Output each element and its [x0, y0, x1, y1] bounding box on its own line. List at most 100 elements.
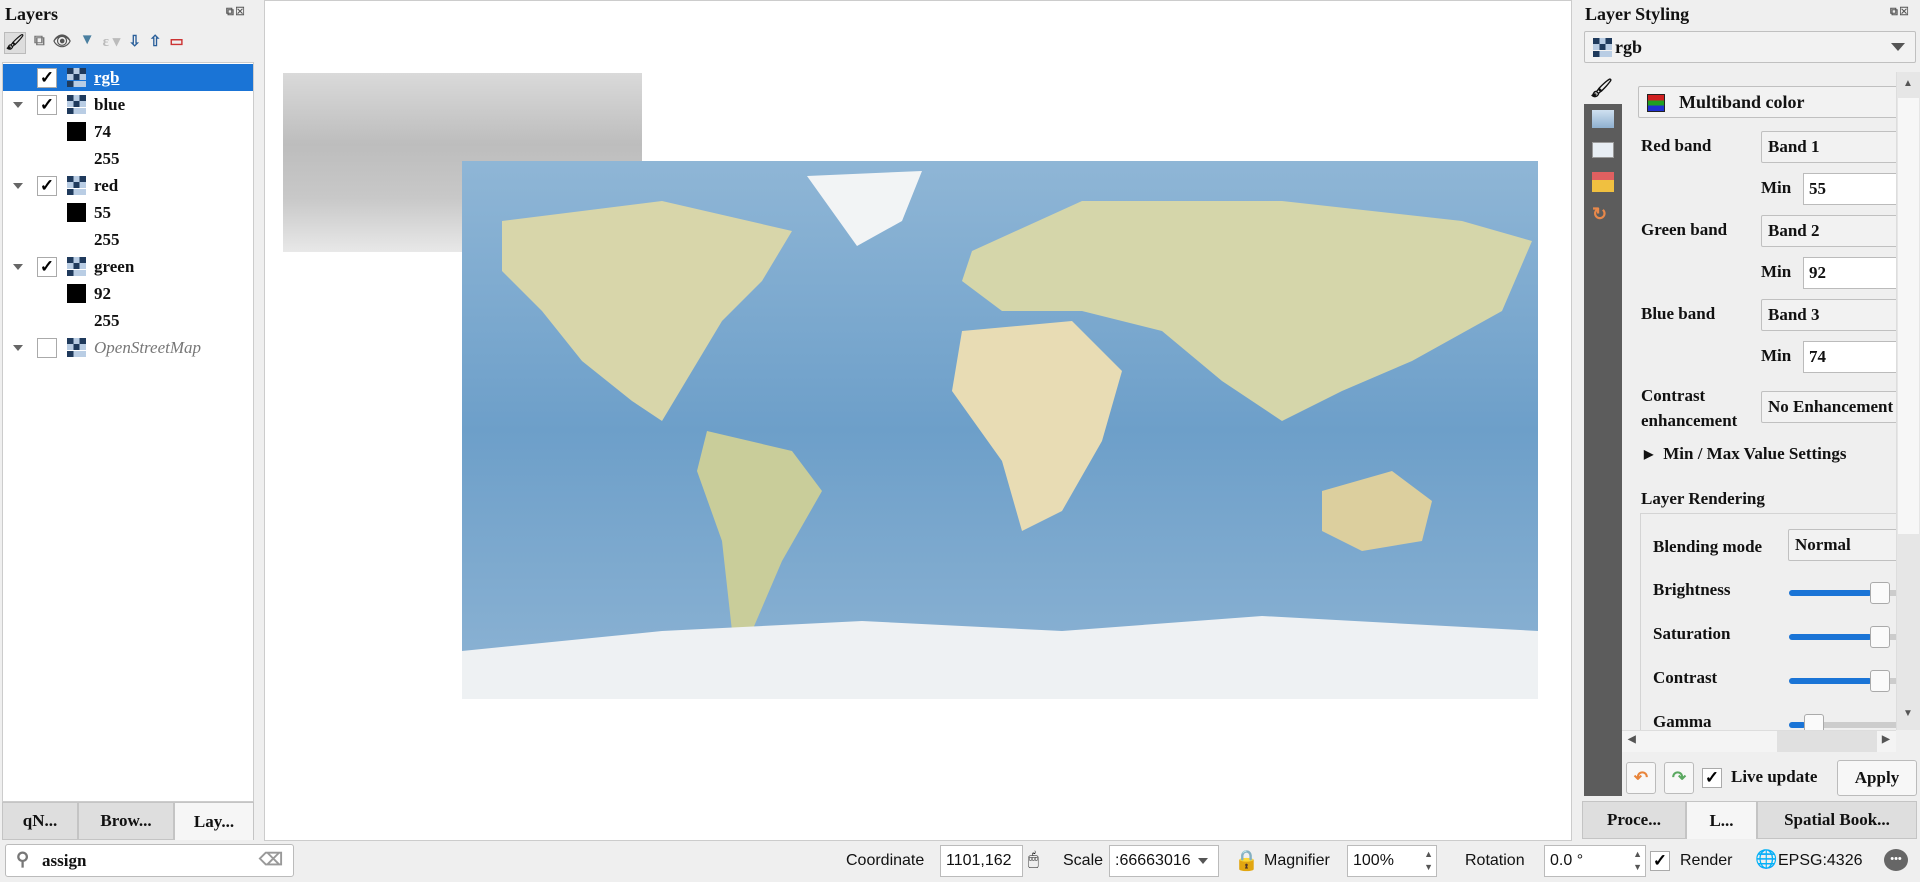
brightness-slider[interactable] — [1789, 582, 1896, 604]
messages-icon[interactable]: ••• — [1884, 849, 1908, 871]
blue-band-select[interactable]: Band 3 — [1761, 299, 1896, 331]
scroll-down-icon[interactable]: ▼ — [1903, 708, 1913, 719]
undo-button[interactable]: ↶ — [1626, 762, 1656, 794]
dock-float-close-icon[interactable]: ⧉☒ — [226, 6, 246, 19]
crs-button[interactable]: EPSG:4326 — [1778, 852, 1863, 870]
chevron-down-icon — [1198, 858, 1208, 864]
globe-icon[interactable]: 🌐 — [1755, 849, 1777, 870]
saturation-slider[interactable] — [1789, 626, 1896, 648]
rotation-spinbox[interactable]: 0.0 ° ▲ ▼ — [1544, 845, 1646, 877]
toggle-extents-icon[interactable]: 🖱 — [1028, 849, 1039, 870]
legend-item: 255 — [3, 226, 253, 253]
scroll-left-icon[interactable]: ◀ — [1628, 734, 1636, 745]
scroll-up-icon[interactable]: ▲ — [1903, 78, 1913, 89]
scrollbar-thumb[interactable] — [1898, 98, 1919, 534]
layer-item-blue[interactable]: ✓ blue — [3, 91, 253, 118]
pyramids-icon[interactable] — [1592, 172, 1614, 192]
raster-layer-icon — [1593, 38, 1612, 57]
slider-handle[interactable] — [1803, 714, 1824, 730]
green-min-input[interactable]: 92 — [1803, 257, 1896, 289]
tab-processing[interactable]: Proce... — [1582, 801, 1686, 839]
contrast-select[interactable]: No Enhancement — [1761, 391, 1896, 423]
magnifier-spinbox[interactable]: 100% ▲ ▼ — [1347, 845, 1437, 877]
green-band-select[interactable]: Band 2 — [1761, 215, 1896, 247]
slider-label-brightness: Brightness — [1653, 580, 1731, 599]
expand-arrow-icon[interactable] — [13, 182, 23, 189]
scale-value: :66663016 — [1115, 852, 1191, 869]
scroll-right-icon[interactable]: ▶ — [1882, 734, 1890, 745]
symbology-icon[interactable]: 🖌 — [1590, 78, 1613, 99]
slider-handle[interactable] — [1869, 670, 1890, 692]
filter-icon[interactable]: ▼ — [80, 32, 95, 54]
locator-search-input[interactable]: ⚲ assign ⌫ — [5, 844, 294, 877]
legend-label: 255 — [94, 310, 120, 330]
expand-all-icon[interactable]: ⇩ — [128, 32, 141, 54]
spinner-arrows-icon[interactable]: ▲ ▼ — [1633, 848, 1642, 874]
histogram-icon[interactable] — [1592, 142, 1614, 158]
clear-icon[interactable]: ⌫ — [259, 850, 283, 870]
tab-spatial-bookmarks[interactable]: Spatial Book... — [1757, 801, 1917, 839]
rotation-label: Rotation — [1465, 852, 1525, 869]
legend-swatch — [67, 122, 86, 141]
layer-select-value: rgb — [1615, 36, 1642, 57]
legend-item: 55 — [3, 199, 253, 226]
raster-layer-icon — [67, 338, 86, 357]
contrast-slider[interactable] — [1789, 670, 1896, 692]
vertical-scrollbar[interactable]: ▲ ▼ — [1896, 72, 1920, 730]
layer-item-red[interactable]: ✓ red — [3, 172, 253, 199]
layer-select[interactable]: rgb — [1584, 31, 1916, 63]
scrollbar-thumb[interactable] — [1777, 731, 1877, 752]
rendering-group: Blending mode Normal Brightness Saturatio… — [1640, 513, 1896, 730]
filter-expression-icon[interactable]: ε ▾ — [103, 32, 121, 54]
collapse-all-icon[interactable]: ⇧ — [149, 32, 162, 54]
spinner-arrows-icon[interactable]: ▲ ▼ — [1424, 848, 1433, 874]
blue-min-label: Min — [1761, 346, 1792, 365]
gamma-slider[interactable] — [1789, 714, 1896, 730]
legend-item: 255 — [3, 307, 253, 334]
layer-checkbox[interactable] — [37, 337, 57, 358]
blending-select[interactable]: Normal — [1788, 529, 1896, 561]
slider-handle[interactable] — [1869, 582, 1890, 604]
red-band-select[interactable]: Band 1 — [1761, 131, 1896, 163]
layer-checkbox[interactable]: ✓ — [37, 67, 57, 88]
layer-item-rgb[interactable]: ✓ rgb — [3, 64, 253, 91]
green-min-label: Min — [1761, 262, 1792, 281]
blue-min-input[interactable]: 74 — [1803, 341, 1896, 373]
layer-item-openstreetmap[interactable]: OpenStreetMap — [3, 334, 253, 361]
expand-arrow-icon[interactable] — [13, 263, 23, 270]
lock-icon[interactable]: 🔒 — [1234, 848, 1259, 873]
transparency-icon[interactable] — [1592, 110, 1614, 128]
layer-item-green[interactable]: ✓ green — [3, 253, 253, 280]
slider-handle[interactable] — [1869, 626, 1890, 648]
render-checkbox[interactable]: ✓ — [1650, 851, 1670, 871]
tab-layer-styling[interactable]: L... — [1686, 801, 1757, 839]
scale-combo[interactable]: :66663016 — [1109, 845, 1219, 877]
style-manager-icon[interactable]: 🖌 — [4, 32, 26, 54]
tab-layers[interactable]: Lay... — [174, 802, 254, 840]
horizontal-scrollbar[interactable]: ◀ ▶ — [1622, 730, 1896, 752]
layer-checkbox[interactable]: ✓ — [37, 256, 57, 277]
render-label: Render — [1680, 852, 1733, 869]
add-group-icon[interactable]: ⧉ — [34, 32, 45, 54]
raster-layer-icon — [67, 176, 86, 195]
visibility-icon[interactable]: 👁 — [53, 32, 72, 54]
layer-checkbox[interactable]: ✓ — [37, 175, 57, 196]
contrast-label: Contrast enhancement — [1641, 383, 1737, 433]
dock-float-close-icon[interactable]: ⧉☒ — [1890, 6, 1910, 19]
tab-qnotes[interactable]: qN... — [2, 802, 78, 840]
history-icon[interactable]: ↻ — [1592, 204, 1607, 225]
remove-layer-icon[interactable]: ▭ — [169, 32, 183, 54]
minmax-toggle[interactable]: ▶ Min / Max Value Settings — [1644, 444, 1846, 464]
layer-checkbox[interactable]: ✓ — [37, 94, 57, 115]
legend-item: 74 — [3, 118, 253, 145]
renderer-select[interactable]: Multiband color — [1638, 86, 1896, 118]
red-min-input[interactable]: 55 — [1803, 173, 1896, 205]
expand-arrow-icon[interactable] — [13, 101, 23, 108]
apply-button[interactable]: Apply — [1837, 760, 1917, 796]
map-canvas[interactable] — [264, 0, 1572, 841]
tab-browser[interactable]: Brow... — [78, 802, 174, 840]
coordinate-input[interactable]: 1101,162 — [940, 845, 1023, 877]
redo-button[interactable]: ↷ — [1664, 762, 1694, 794]
live-update-checkbox[interactable]: ✓ — [1702, 768, 1722, 788]
expand-arrow-icon[interactable] — [13, 344, 23, 351]
